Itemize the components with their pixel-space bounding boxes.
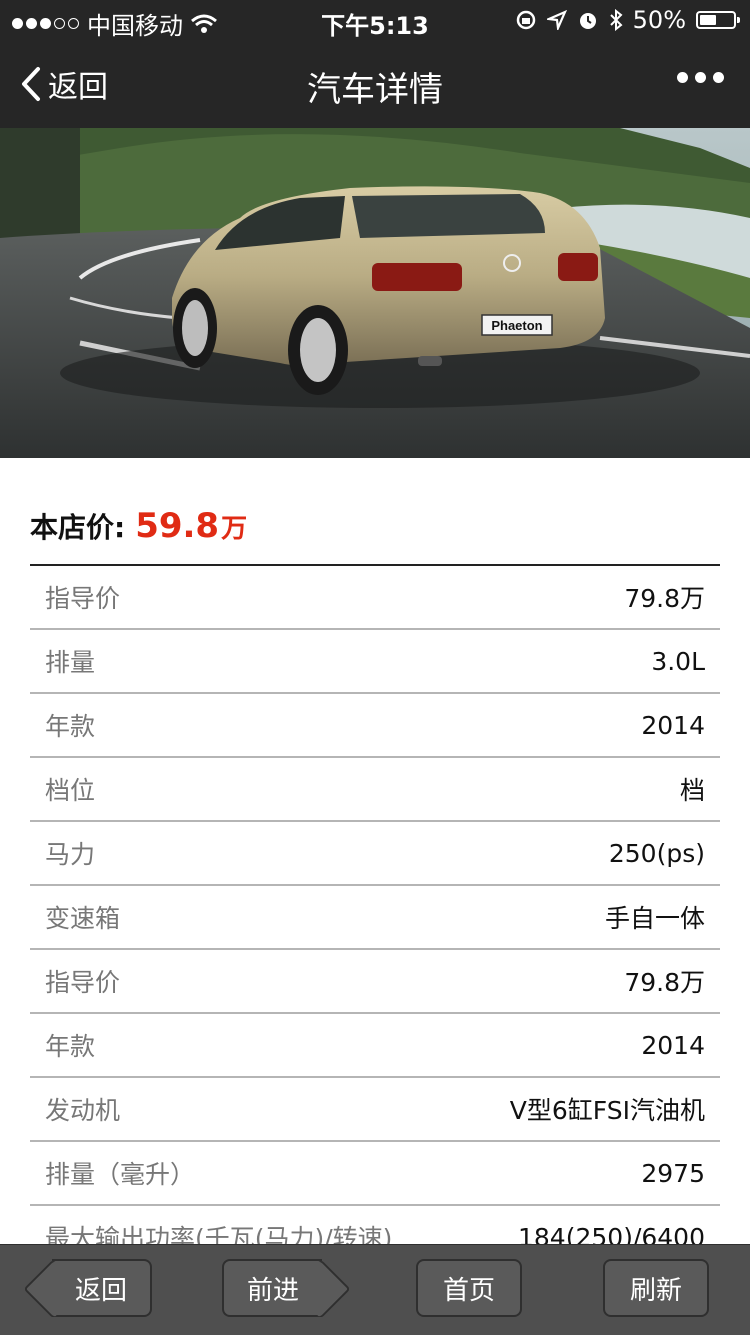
spec-value: 3.0L — [651, 646, 705, 676]
back-button-label: 返回 — [74, 1275, 127, 1306]
spec-value: 79.8万 — [624, 584, 705, 613]
battery-fill — [700, 15, 716, 25]
refresh-button-label: 刷新 — [629, 1275, 682, 1306]
store-price-unit: 万 — [221, 514, 248, 544]
battery-icon — [696, 11, 740, 29]
spec-value: 档 — [679, 776, 705, 805]
spec-value: 2014 — [641, 1030, 705, 1060]
spec-value: 2975 — [641, 1158, 705, 1188]
back-arrow-icon — [23, 1259, 83, 1319]
car-photo: Phaeton — [0, 128, 750, 458]
status-bar: 中国移动 下午5:13 50% — [0, 0, 750, 40]
spec-value: 79.8万 — [624, 968, 705, 997]
spec-key: 变速箱 — [45, 904, 121, 933]
location-icon — [546, 10, 567, 30]
spec-row: 档位 档 — [30, 758, 720, 822]
status-right: 50% — [515, 6, 740, 34]
spec-row: 发动机 V型6缸FSI汽油机 — [30, 1078, 720, 1142]
forward-arrow-icon — [291, 1259, 351, 1319]
spec-row: 马力 250(ps) — [30, 822, 720, 886]
more-options-button[interactable] — [677, 72, 724, 83]
spec-key: 发动机 — [45, 1096, 121, 1125]
spec-row: 年款 2014 — [30, 1014, 720, 1078]
spec-key: 指导价 — [45, 968, 121, 997]
spec-row: 年款 2014 — [30, 694, 720, 758]
spec-value: 手自一体 — [604, 904, 705, 933]
spec-key: 排量（毫升） — [45, 1160, 196, 1189]
battery-percent: 50% — [632, 6, 686, 34]
spec-key: 马力 — [45, 840, 96, 869]
spec-table: 指导价 79.8万 排量 3.0L 年款 2014 档位 档 马力 250(ps) 变速箱… — [30, 564, 720, 1270]
spec-value: 2014 — [641, 710, 705, 740]
page-title: 汽车详情 — [307, 70, 443, 110]
alarm-icon — [579, 13, 596, 29]
spec-value: 250(ps) — [608, 838, 705, 868]
forward-button[interactable]: 前进 — [222, 1259, 351, 1319]
store-price: 本店价: 59.8 万 — [30, 506, 247, 546]
spec-key: 档位 — [45, 776, 96, 805]
bluetooth-icon — [609, 9, 623, 31]
rotation-lock-icon — [516, 10, 535, 30]
store-price-value: 59.8 — [135, 506, 220, 546]
spec-row: 变速箱 手自一体 — [30, 886, 720, 950]
spec-key: 指导价 — [45, 584, 121, 613]
spec-key: 年款 — [45, 1032, 96, 1061]
license-plate: Phaeton — [491, 318, 542, 333]
spec-value: V型6缸FSI汽油机 — [509, 1096, 705, 1125]
refresh-button[interactable]: 刷新 — [603, 1259, 709, 1317]
home-button[interactable]: 首页 — [416, 1259, 522, 1317]
spec-row: 排量（毫升） 2975 — [30, 1142, 720, 1206]
store-price-label: 本店价: — [30, 511, 126, 544]
home-button-label: 首页 — [442, 1275, 495, 1306]
spec-row: 指导价 79.8万 — [30, 566, 720, 630]
spec-key: 年款 — [45, 712, 96, 741]
spec-row: 排量 3.0L — [30, 630, 720, 694]
nav-bar: 返回 汽车详情 — [0, 40, 750, 128]
bottom-toolbar: 返回 前进 首页 刷新 — [0, 1244, 750, 1335]
forward-button-label: 前进 — [246, 1275, 299, 1306]
spec-key: 排量 — [45, 648, 96, 677]
spec-row: 指导价 79.8万 — [30, 950, 720, 1014]
more-dot-icon — [677, 72, 688, 83]
back-button[interactable]: 返回 — [23, 1259, 152, 1319]
